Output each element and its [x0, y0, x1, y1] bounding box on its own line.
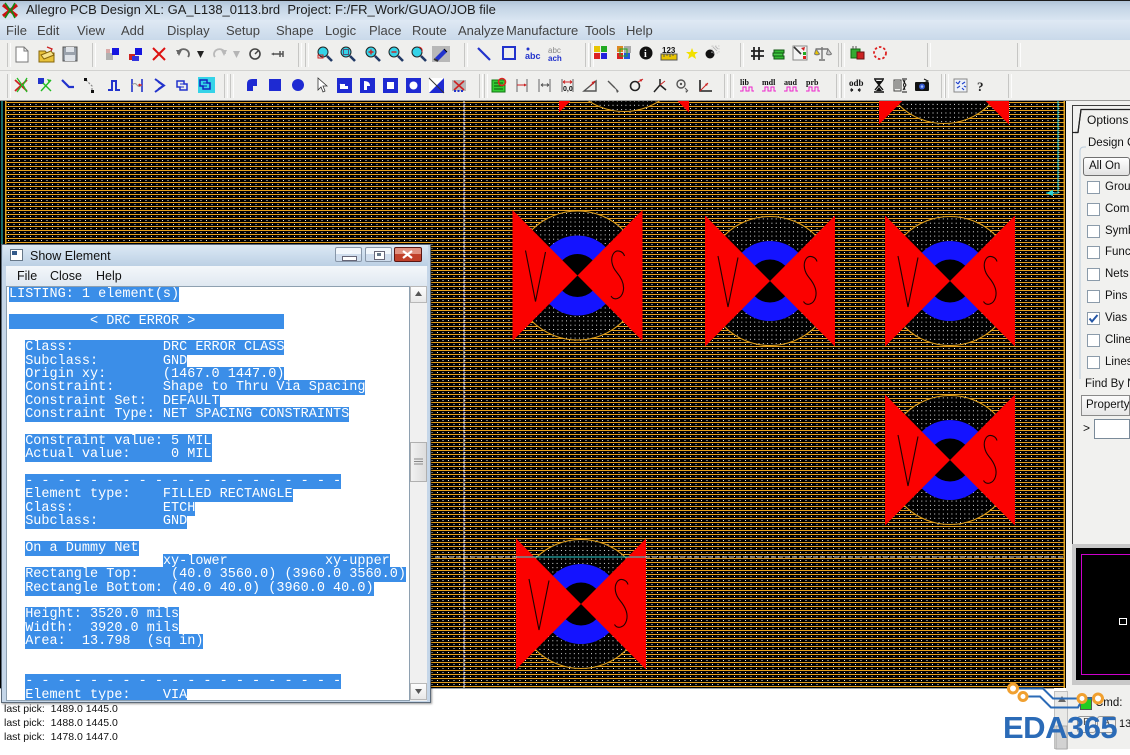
svg-text:odb: odb	[849, 78, 864, 88]
svg-text:prb: prb	[806, 78, 819, 87]
svg-text:i: i	[644, 49, 647, 60]
svg-text:0,0: 0,0	[563, 86, 573, 93]
svg-text:EDA365: EDA365	[1003, 710, 1117, 745]
svg-text:mdl: mdl	[762, 78, 776, 87]
svg-text:?: ?	[977, 79, 984, 94]
svg-text:lib: lib	[740, 78, 749, 87]
svg-text:aud: aud	[784, 78, 797, 87]
svg-text:ach: ach	[548, 54, 562, 63]
svg-text:abc: abc	[525, 51, 541, 61]
